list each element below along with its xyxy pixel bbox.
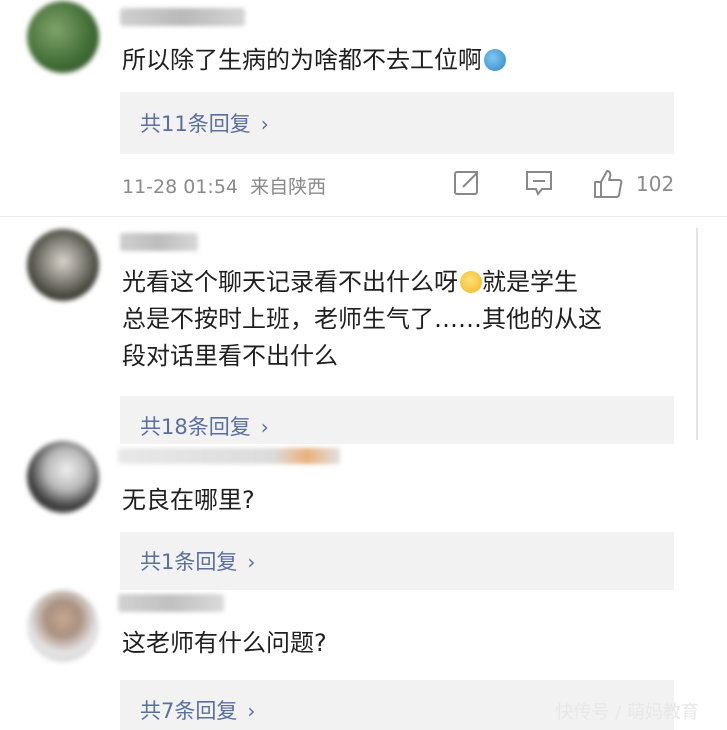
- comment-time: 11-28 01:54: [122, 176, 239, 198]
- avatar[interactable]: [27, 590, 99, 662]
- share-icon[interactable]: [453, 168, 481, 198]
- emoji-icon: [484, 49, 506, 71]
- comment-text: 无良在哪里?: [122, 486, 255, 514]
- like-icon[interactable]: [592, 168, 624, 200]
- divider: [0, 216, 727, 217]
- scroll-indicator: [696, 228, 698, 440]
- laugh-cry-emoji-icon: [460, 271, 482, 293]
- chevron-right-icon: ›: [247, 699, 256, 723]
- reply-summary[interactable]: 共1条回复 ›: [120, 532, 674, 590]
- comment-text: 所以除了生病的为啥都不去工位啊: [122, 42, 506, 79]
- avatar[interactable]: [27, 1, 99, 73]
- chevron-right-icon: ›: [260, 415, 269, 439]
- chevron-right-icon: ›: [247, 550, 256, 574]
- reply-count-link[interactable]: 共11条回复 ›: [140, 108, 269, 138]
- username-blurred[interactable]: [118, 448, 340, 464]
- chevron-right-icon: ›: [260, 112, 269, 136]
- reply-summary[interactable]: 共11条回复 ›: [120, 92, 674, 154]
- watermark: 快传号 / 萌妈教育: [555, 702, 699, 723]
- reply-summary[interactable]: 共18条回复 ›: [120, 396, 674, 444]
- comment-meta: 11-28 01:54 来自陕西: [122, 172, 326, 199]
- comment-text: 这老师有什么问题?: [122, 629, 327, 657]
- username-blurred[interactable]: [120, 8, 245, 26]
- like-count: 102: [636, 172, 675, 196]
- username-blurred[interactable]: [120, 233, 198, 251]
- reply-count-link[interactable]: 共1条回复 ›: [140, 546, 255, 576]
- reply-count-link[interactable]: 共7条回复 ›: [140, 695, 255, 725]
- comment-text: 光看这个聊天记录看不出什么呀 就是学生 总是不按时上班，老师生气了……其他的从这 …: [122, 268, 602, 370]
- username-blurred[interactable]: [118, 594, 224, 612]
- comment-location: 来自陕西: [250, 176, 327, 198]
- avatar[interactable]: [27, 441, 99, 513]
- reply-count-link[interactable]: 共18条回复 ›: [140, 411, 269, 441]
- comment-icon[interactable]: [524, 168, 554, 198]
- avatar[interactable]: [27, 229, 99, 301]
